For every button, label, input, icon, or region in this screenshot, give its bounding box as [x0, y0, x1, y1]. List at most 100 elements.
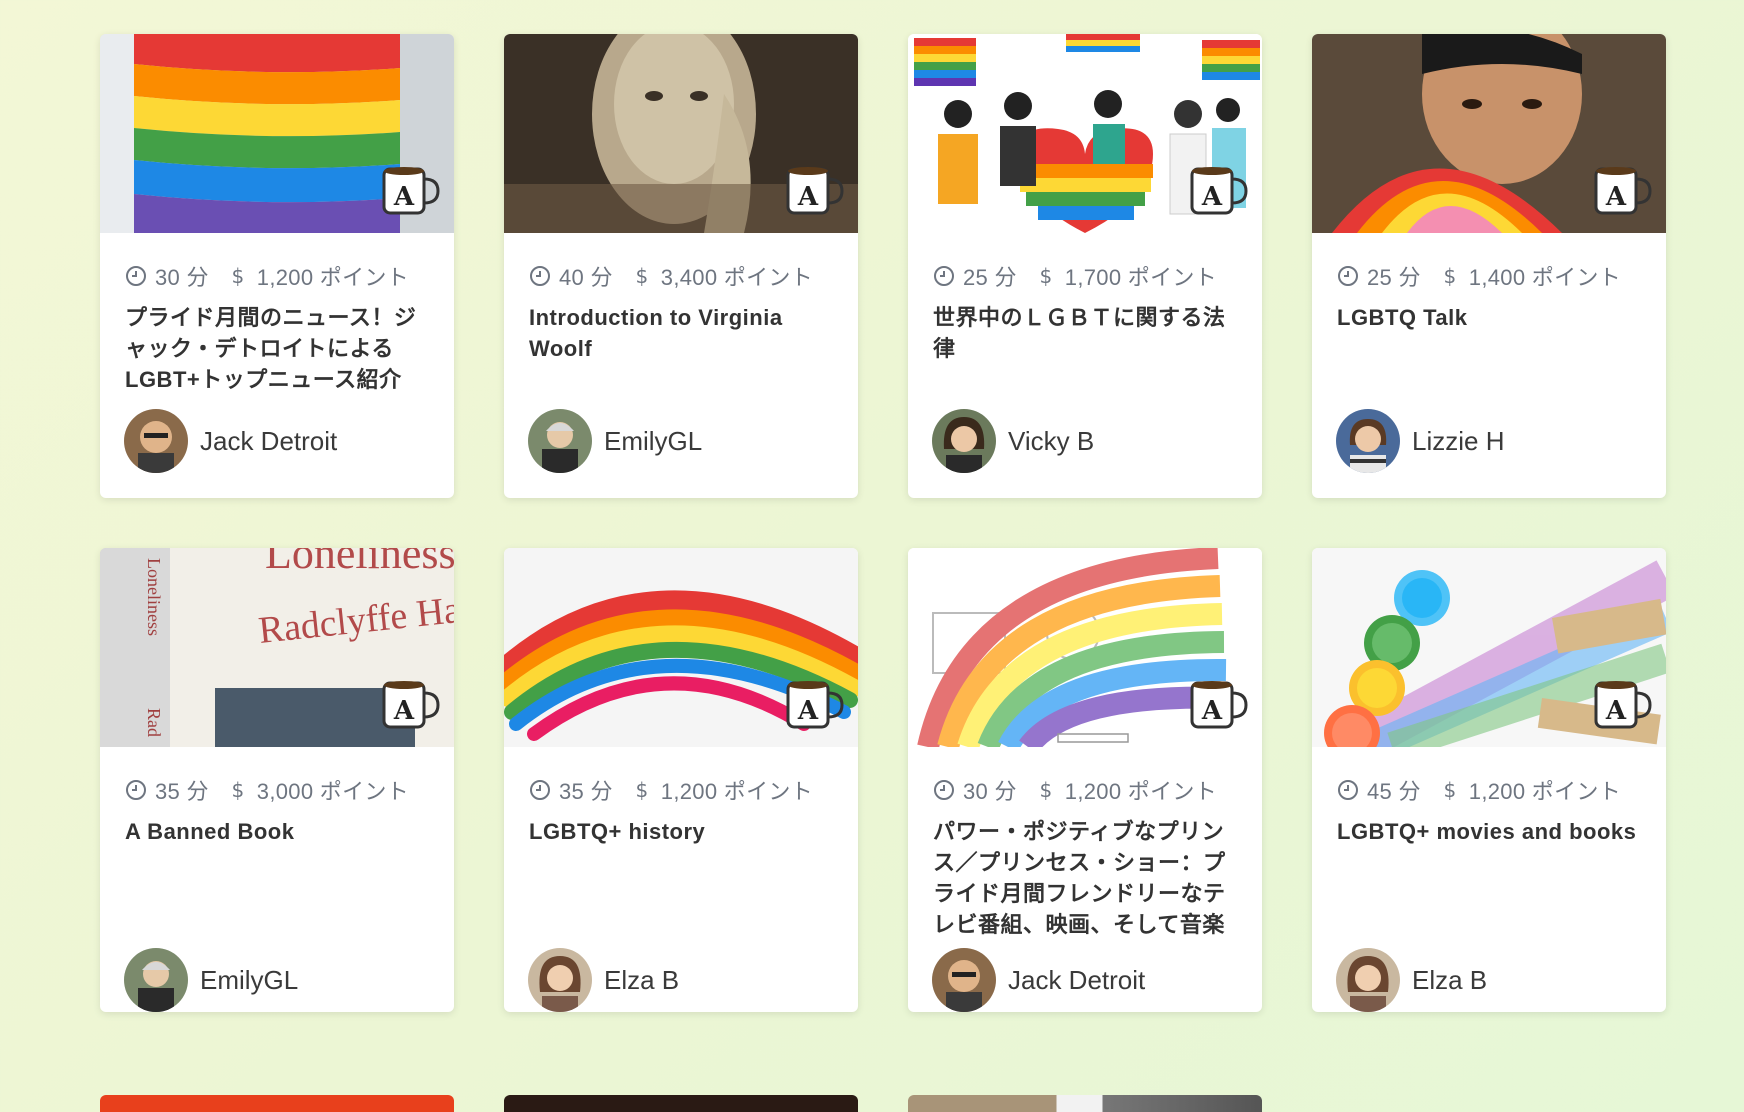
svg-text:Rad: Rad: [144, 708, 164, 737]
course-thumbnail: Loneliness Radclyffe Hall Loneliness Rad…: [100, 548, 454, 747]
price-text: 1,400 ポイント: [1468, 265, 1621, 290]
avatar: [124, 948, 188, 1012]
author-name: Vicky B: [1008, 425, 1095, 456]
course-title[interactable]: LGBTQ+ movies and books: [1337, 816, 1649, 847]
duration-text: 40 分: [559, 265, 613, 290]
avatar: [932, 409, 996, 473]
clock-icon: [126, 266, 146, 286]
price-text: 1,200 ポイント: [1468, 779, 1621, 804]
course-card[interactable]: A 25 分 $ 1,700 ポイント 世界中のＬＧＢＴに関する法律 Vicky…: [908, 34, 1262, 498]
course-grid: A 30 分 $ 1,200 ポイント プライド月間のニュース！ジャック・デトロ…: [100, 34, 1666, 1012]
course-author[interactable]: Vicky B: [932, 409, 1094, 473]
duration-text: 30 分: [155, 265, 209, 290]
svg-text:$: $: [635, 265, 648, 287]
course-card[interactable]: A 45 分 $ 1,200 ポイント LGBTQ+ movies and bo…: [1312, 548, 1666, 1012]
price-text: 3,000 ポイント: [256, 779, 409, 804]
clock-icon: [530, 780, 550, 800]
course-meta: 35 分 $ 3,000 ポイント: [125, 774, 409, 806]
course-thumbnail: A: [1312, 34, 1666, 233]
clock-icon: [126, 780, 146, 800]
svg-text:A: A: [797, 696, 819, 726]
clock-icon: [1338, 266, 1358, 286]
course-card[interactable]: Loneliness Radclyffe Hall Loneliness Rad…: [100, 548, 454, 1012]
course-author[interactable]: Lizzie H: [1336, 409, 1504, 473]
course-card[interactable]: A 40 分 $ 3,400 ポイント Introduction to Virg…: [504, 34, 858, 498]
mug-badge-icon: A: [382, 167, 440, 215]
svg-text:$: $: [1039, 265, 1052, 287]
course-card-partial[interactable]: [504, 1095, 858, 1112]
course-title[interactable]: プライド月間のニュース！ジャック・デトロイトによるLGBT+トップニュース紹介: [125, 302, 437, 395]
course-thumbnail: A: [504, 548, 858, 747]
course-title[interactable]: A Banned Book: [125, 816, 437, 847]
course-meta: 30 分 $ 1,200 ポイント: [125, 260, 409, 292]
course-card-partial[interactable]: [908, 1095, 1262, 1112]
clock-icon: [1338, 780, 1358, 800]
course-card[interactable]: A 30 分 $ 1,200 ポイント プライド月間のニュース！ジャック・デトロ…: [100, 34, 454, 498]
course-thumbnail: A: [908, 34, 1262, 233]
svg-text:A: A: [1201, 696, 1223, 726]
svg-text:$: $: [231, 265, 244, 287]
dollar-icon: $: [1443, 265, 1456, 287]
course-thumbnail: A: [504, 34, 858, 233]
course-title[interactable]: Introduction to Virginia Woolf: [529, 302, 841, 364]
svg-text:$: $: [1443, 779, 1456, 801]
course-card[interactable]: A 30 分 $ 1,200 ポイント パワー・ポジティブなプリンス／プリンセス…: [908, 548, 1262, 1012]
avatar: [528, 948, 592, 1012]
author-name: Jack Detroit: [200, 425, 338, 456]
course-title[interactable]: パワー・ポジティブなプリンス／プリンセス・ショー：プライド月間フレンドリーなテレ…: [933, 816, 1245, 940]
clock-icon: [530, 266, 550, 286]
dollar-icon: $: [635, 779, 648, 801]
avatar: [932, 948, 996, 1012]
course-meta: 35 分 $ 1,200 ポイント: [529, 774, 813, 806]
svg-text:$: $: [1039, 779, 1052, 801]
course-card[interactable]: A 35 分 $ 1,200 ポイント LGBTQ+ history Elza …: [504, 548, 858, 1012]
course-meta: 25 分 $ 1,400 ポイント: [1337, 260, 1621, 292]
price-text: 1,200 ポイント: [660, 779, 813, 804]
price-text: 1,200 ポイント: [1064, 779, 1217, 804]
mug-badge-icon: A: [1594, 167, 1652, 215]
course-author[interactable]: Elza B: [1336, 948, 1487, 1012]
svg-text:$: $: [231, 779, 244, 801]
course-meta: 45 分 $ 1,200 ポイント: [1337, 774, 1621, 806]
svg-text:A: A: [1605, 696, 1627, 726]
dollar-icon: $: [231, 779, 244, 801]
author-name: EmilyGL: [604, 425, 703, 456]
duration-text: 35 分: [559, 779, 613, 804]
svg-text:A: A: [1201, 182, 1223, 212]
svg-text:$: $: [1443, 265, 1456, 287]
avatar: [528, 409, 592, 473]
price-text: 3,400 ポイント: [660, 265, 813, 290]
course-author[interactable]: Jack Detroit: [124, 409, 337, 473]
author-name: EmilyGL: [200, 964, 299, 995]
duration-text: 45 分: [1367, 779, 1421, 804]
author-name: Elza B: [604, 964, 680, 995]
dollar-icon: $: [1443, 779, 1456, 801]
course-meta: 30 分 $ 1,200 ポイント: [933, 774, 1217, 806]
course-author[interactable]: EmilyGL: [124, 948, 298, 1012]
course-thumbnail: A: [908, 548, 1262, 747]
course-meta: 25 分 $ 1,700 ポイント: [933, 260, 1217, 292]
course-thumbnail: A: [100, 34, 454, 233]
mug-badge-icon: A: [1190, 167, 1248, 215]
course-author[interactable]: Elza B: [528, 948, 679, 1012]
course-thumbnail: A: [1312, 548, 1666, 747]
course-author[interactable]: EmilyGL: [528, 409, 702, 473]
price-text: 1,700 ポイント: [1064, 265, 1217, 290]
clock-icon: [934, 780, 954, 800]
dollar-icon: $: [1039, 779, 1052, 801]
mug-badge-icon: A: [1594, 681, 1652, 729]
mug-badge-icon: A: [786, 681, 844, 729]
course-meta: 40 分 $ 3,400 ポイント: [529, 260, 813, 292]
course-card[interactable]: A 25 分 $ 1,400 ポイント LGBTQ Talk Lizzie H: [1312, 34, 1666, 498]
duration-text: 25 分: [963, 265, 1017, 290]
duration-text: 30 分: [963, 779, 1017, 804]
clock-icon: [934, 266, 954, 286]
svg-text:A: A: [393, 696, 415, 726]
duration-text: 35 分: [155, 779, 209, 804]
course-title[interactable]: LGBTQ Talk: [1337, 302, 1649, 333]
course-card-partial[interactable]: [100, 1095, 454, 1112]
course-title[interactable]: 世界中のＬＧＢＴに関する法律: [933, 302, 1245, 364]
course-title[interactable]: LGBTQ+ history: [529, 816, 841, 847]
svg-text:A: A: [393, 182, 415, 212]
course-author[interactable]: Jack Detroit: [932, 948, 1145, 1012]
